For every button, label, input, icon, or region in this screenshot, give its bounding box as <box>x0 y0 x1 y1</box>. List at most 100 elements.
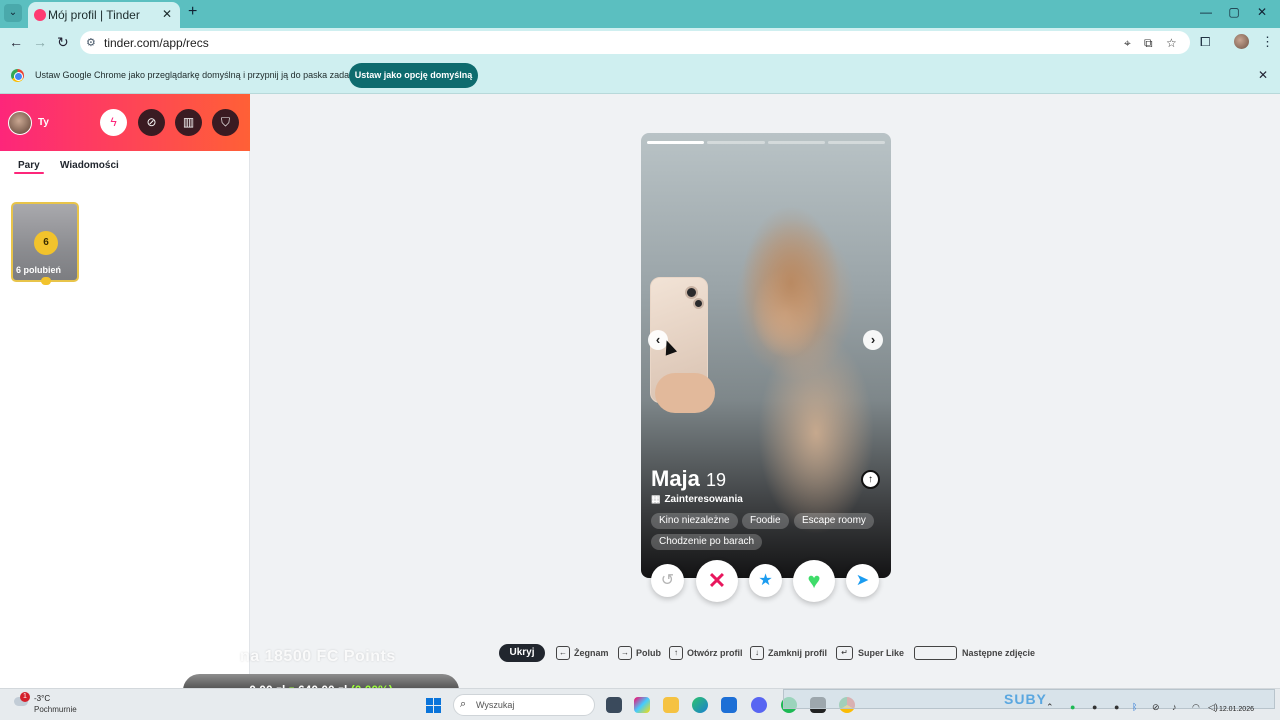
interests-title: Zainteresowania <box>664 494 743 505</box>
new-tab-icon[interactable]: + <box>188 3 197 21</box>
likes-label: 6 polubień <box>16 265 61 275</box>
reload-icon[interactable]: ↻ <box>57 34 69 51</box>
infobar-close-icon[interactable]: ✕ <box>1258 68 1268 82</box>
sidebar-header: Ty ϟ ⊘ ▥ ⛉ <box>0 94 250 151</box>
likes-count-badge: 6 <box>34 231 58 255</box>
shortcut-next-photo-label: Następne zdjęcie <box>962 648 1036 658</box>
phone-camera-1 <box>685 286 698 299</box>
copilot-icon[interactable] <box>634 697 650 713</box>
briefcase-icon[interactable]: ▥ <box>175 109 202 136</box>
shortcut-like-label: Polub <box>636 648 661 658</box>
hide-shortcuts-button[interactable]: Ukryj <box>499 644 545 662</box>
site-info-icon[interactable]: ⚙ <box>86 36 96 49</box>
key-up-icon: ↑ <box>669 646 683 660</box>
tray-chevron-icon[interactable]: ⌃ <box>1046 702 1054 713</box>
taskbar-clock-date[interactable]: 12.01.2026 <box>1219 706 1254 713</box>
subs-overlay-text: SUBY <box>1004 691 1047 707</box>
weather-condition[interactable]: Pochmurnie <box>34 705 77 714</box>
boost-icon[interactable]: ϟ <box>100 109 127 136</box>
super-like-button[interactable]: ★ <box>749 564 782 597</box>
key-space-icon <box>914 646 957 660</box>
weather-alert-badge: 1 <box>20 692 30 702</box>
next-photo-icon[interactable]: › <box>863 330 883 350</box>
photo-progress-bar <box>647 141 885 144</box>
weather-temperature[interactable]: -3°C <box>34 694 50 703</box>
tab-title: Mój profil | Tinder <box>48 8 140 22</box>
tinder-sidebar: Ty ϟ ⊘ ▥ ⛉ Pary Wiadomości 6 6 polubień <box>0 94 250 688</box>
windows-start-icon[interactable] <box>426 698 441 713</box>
browser-toolbar: ← → ↻ ⚙ tinder.com/app/recs ⌖ ⧉ ☆ ⧠ ⋮ <box>0 28 1280 57</box>
tray-spotify-icon[interactable]: ● <box>1070 702 1075 712</box>
likes-you-card[interactable]: 6 6 polubień <box>11 202 79 282</box>
minimize-icon[interactable]: — <box>1196 5 1216 19</box>
microphone-icon[interactable]: ♪ <box>1172 702 1177 712</box>
forward-icon[interactable]: → <box>33 34 47 50</box>
window-close-icon[interactable]: ✕ <box>1252 5 1272 19</box>
photo-progress-segment <box>827 141 885 144</box>
explore-compass-icon[interactable]: ⊘ <box>138 109 165 136</box>
tab-messages[interactable]: Wiadomości <box>60 160 119 171</box>
discord-icon[interactable] <box>751 697 767 713</box>
back-icon[interactable]: ← <box>9 34 23 50</box>
sidebar-tabs: Pary Wiadomości <box>0 151 250 179</box>
active-tab-indicator <box>14 172 44 174</box>
install-app-icon[interactable]: ⧉ <box>1144 36 1153 51</box>
edge-icon[interactable] <box>692 697 708 713</box>
system-tray-overlay: SUBY ⌃ ● ● ● ᛒ ⊘ ♪ ◠ ◁) <box>783 689 1275 712</box>
rewind-button[interactable]: ↺ <box>651 564 684 597</box>
file-explorer-icon[interactable] <box>663 697 679 713</box>
nope-button[interactable]: ✕ <box>696 560 738 602</box>
interest-chip: Foodie <box>742 513 789 529</box>
bookmark-star-icon[interactable]: ☆ <box>1166 36 1177 50</box>
shortcut-open-profile-label: Otwórz profil <box>687 648 743 658</box>
tray-app-icon[interactable]: ● <box>1092 702 1097 712</box>
key-down-icon: ↓ <box>750 646 764 660</box>
location-icon[interactable]: ⌖ <box>1124 36 1131 51</box>
gold-heart-icon <box>41 277 51 285</box>
hand-in-photo <box>655 373 715 413</box>
shortcut-nope-label: Żegnam <box>574 648 609 658</box>
profile-card[interactable]: ‹ › Maja 19 ↑ ▦ Zainteresowania Kino niez… <box>641 133 891 578</box>
chrome-menu-icon[interactable]: ⋮ <box>1261 34 1274 50</box>
shortcut-super-like-label: Super Like <box>858 648 905 658</box>
profile-name-age: Maja 19 <box>651 466 726 492</box>
phone-camera-2 <box>693 298 704 309</box>
keyboard-shortcuts-bar: Ukryj ← Żegnam → Polub ↑ Otwórz profil ↓… <box>0 643 1280 663</box>
user-label[interactable]: Ty <box>38 117 49 128</box>
profile-name: Maja <box>651 466 700 491</box>
tray-mute-icon[interactable]: ⊘ <box>1152 702 1160 713</box>
safety-shield-icon[interactable]: ⛉ <box>212 109 239 136</box>
photo-progress-segment <box>707 141 765 144</box>
tab-search-icon[interactable]: ⌄ <box>4 4 22 22</box>
search-icon: ⌕ <box>460 698 467 710</box>
url-text: tinder.com/app/recs <box>104 36 209 50</box>
send-message-button[interactable]: ➤ <box>846 564 879 597</box>
wifi-icon[interactable]: ◠ <box>1192 702 1200 713</box>
user-avatar[interactable] <box>8 111 32 135</box>
taskbar-search[interactable]: ⌕ Wyszukaj <box>453 694 595 716</box>
default-browser-infobar: Ustaw Google Chrome jako przeglądarkę do… <box>0 57 1280 94</box>
photo-progress-segment <box>767 141 825 144</box>
like-button[interactable]: ♥ <box>793 560 835 602</box>
bluetooth-icon[interactable]: ᛒ <box>1132 702 1137 712</box>
task-view-icon[interactable] <box>606 697 622 713</box>
key-enter-icon: ↵ <box>836 646 853 660</box>
open-profile-icon[interactable]: ↑ <box>861 470 880 489</box>
extensions-icon[interactable]: ⧠ <box>1200 34 1210 50</box>
shortcut-close-profile-label: Zamknij profil <box>768 648 828 658</box>
key-right-icon: → <box>618 646 632 660</box>
set-default-button[interactable]: Ustaw jako opcję domyślną <box>349 63 478 88</box>
tray-app2-icon[interactable]: ● <box>1114 702 1119 712</box>
taskbar-search-placeholder: Wyszukaj <box>476 700 515 710</box>
store-icon[interactable] <box>721 697 737 713</box>
tab-close-icon[interactable]: ✕ <box>162 7 172 21</box>
chrome-profile-avatar[interactable] <box>1234 34 1249 49</box>
address-bar[interactable]: ⚙ tinder.com/app/recs ⌖ ⧉ ☆ <box>80 31 1190 54</box>
volume-icon[interactable]: ◁) <box>1208 702 1218 713</box>
interest-chip: Kino niezależne <box>651 513 738 529</box>
windows-taskbar: 1 -3°C Pochmurnie ⌕ Wyszukaj SUBY ⌃ ● ● … <box>0 688 1280 720</box>
tab-matches[interactable]: Pary <box>18 160 40 171</box>
maximize-icon[interactable]: ▢ <box>1224 5 1244 19</box>
key-left-icon: ← <box>556 646 570 660</box>
tab-tinder[interactable]: Mój profil | Tinder ✕ <box>28 2 180 28</box>
